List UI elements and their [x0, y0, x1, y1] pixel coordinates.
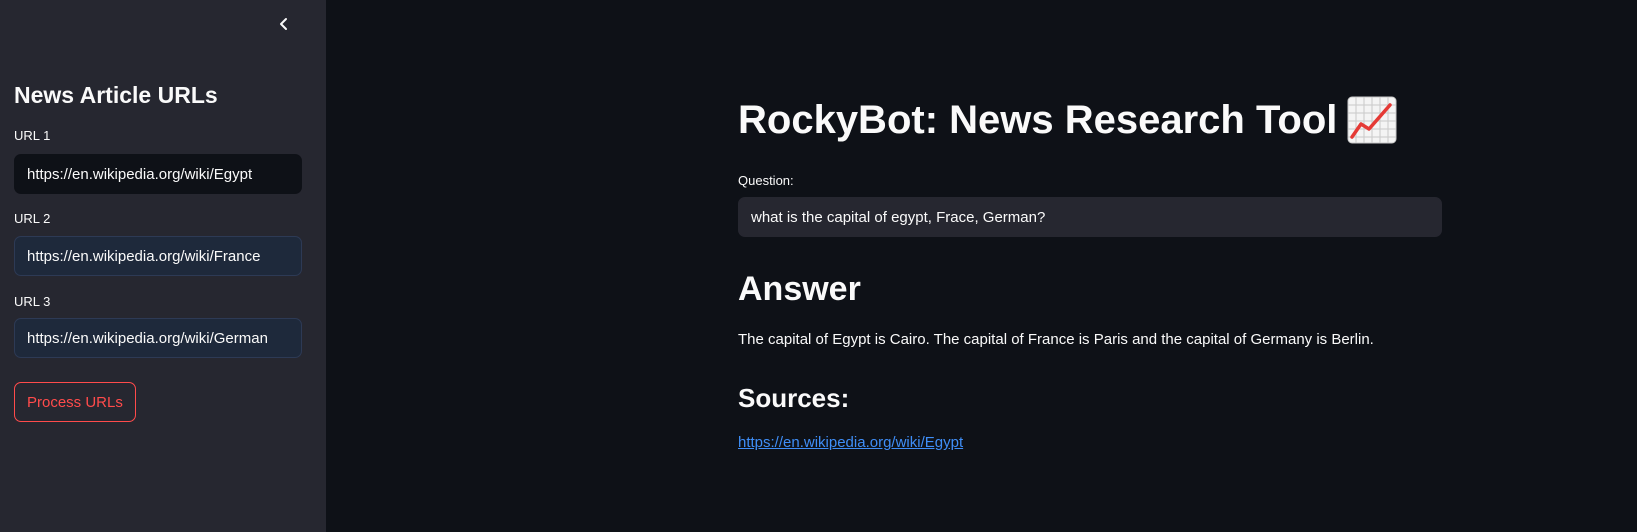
question-label: Question: — [738, 173, 794, 188]
url-2-label: URL 2 — [14, 211, 51, 226]
answer-heading: Answer — [738, 270, 861, 308]
sidebar-title: News Article URLs — [14, 82, 218, 108]
source-link[interactable]: https://en.wikipedia.org/wiki/Egypt — [738, 434, 963, 451]
chart-increasing-icon — [1347, 96, 1397, 144]
page-title-text: RockyBot: News Research Tool — [738, 97, 1338, 142]
collapse-sidebar-button[interactable] — [272, 12, 296, 36]
url-1-input[interactable] — [14, 154, 302, 194]
url-2-input[interactable] — [14, 236, 302, 276]
process-urls-button[interactable]: Process URLs — [14, 382, 136, 422]
sidebar: News Article URLs URL 1 URL 2 URL 3 Proc… — [0, 0, 326, 532]
page-title: RockyBot: News Research Tool — [738, 96, 1397, 144]
url-1-label: URL 1 — [14, 128, 51, 143]
app: News Article URLs URL 1 URL 2 URL 3 Proc… — [0, 0, 1637, 532]
answer-text: The capital of Egypt is Cairo. The capit… — [738, 331, 1374, 348]
chevron-left-icon — [280, 18, 287, 30]
main-content: RockyBot: News Research Tool Question: A… — [326, 0, 1637, 532]
question-input[interactable] — [738, 197, 1442, 237]
url-3-label: URL 3 — [14, 294, 51, 309]
url-3-input[interactable] — [14, 318, 302, 358]
sources-heading: Sources: — [738, 383, 850, 413]
